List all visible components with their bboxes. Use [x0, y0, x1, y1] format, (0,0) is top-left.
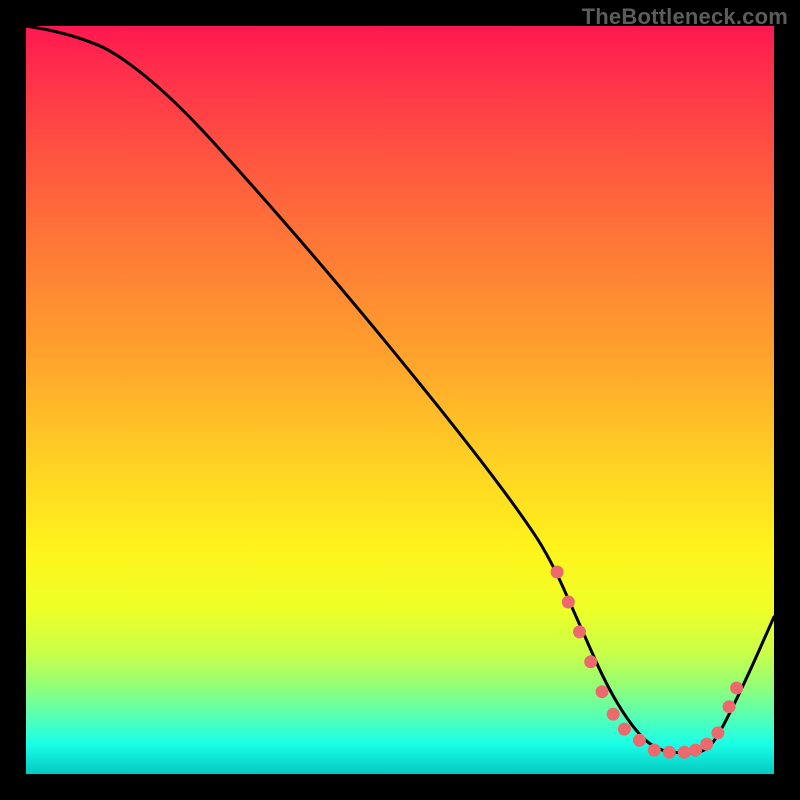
curve-marker — [712, 727, 724, 739]
curve-marker — [690, 744, 702, 756]
curve-marker — [618, 723, 630, 735]
curve-marker — [551, 566, 563, 578]
watermark-text: TheBottleneck.com — [582, 4, 788, 30]
curve-svg — [26, 26, 774, 774]
curve-marker — [723, 701, 735, 713]
curve-marker — [701, 738, 713, 750]
curve-marker — [663, 746, 675, 758]
curve-marker — [633, 734, 645, 746]
chart-frame: TheBottleneck.com — [0, 0, 800, 800]
curve-marker — [585, 656, 597, 668]
curve-marker — [731, 682, 743, 694]
curve-marker — [648, 744, 660, 756]
curve-marker — [574, 626, 586, 638]
curve-marker — [596, 686, 608, 698]
curve-marker — [562, 596, 574, 608]
curve-markers — [551, 566, 743, 758]
curve-marker — [678, 746, 690, 758]
bottleneck-curve — [26, 26, 774, 753]
plot-area — [26, 26, 774, 774]
curve-marker — [607, 708, 619, 720]
